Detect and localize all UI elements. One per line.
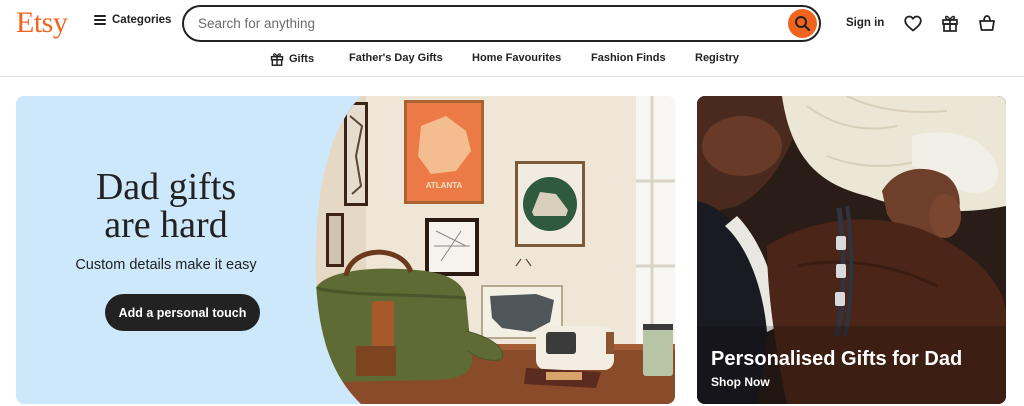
header: Etsy Categories Sign in (0, 0, 1024, 46)
poster-label: ATLANTA (426, 181, 463, 190)
search-button[interactable] (788, 9, 817, 38)
nav-item-label: Gifts (289, 53, 315, 65)
nav-item-label: Registry (695, 52, 740, 64)
search-input[interactable] (198, 7, 778, 40)
shop-now-link[interactable]: Shop Now (711, 375, 770, 389)
nav-item-fashion-finds[interactable]: Fashion Finds (591, 52, 666, 64)
hero-banner[interactable]: ATLANTA Dad gifts are hard Custom detail… (16, 96, 675, 404)
hamburger-menu-icon (94, 15, 106, 25)
gift-icon (270, 53, 284, 66)
etsy-logo[interactable]: Etsy (16, 6, 68, 40)
category-nav: Gifts Father's Day Gifts Home Favourites… (0, 46, 1024, 77)
nav-item-fathers-day-gifts[interactable]: Father's Day Gifts (349, 52, 443, 64)
cart-icon[interactable] (977, 13, 997, 33)
hero-room-image: ATLANTA (315, 96, 675, 404)
search-icon (795, 16, 811, 32)
gift-icon[interactable] (940, 13, 960, 33)
nav-item-gifts[interactable]: Gifts (270, 52, 314, 66)
sign-in-link[interactable]: Sign in (846, 17, 884, 29)
nav-item-label: Fashion Finds (591, 52, 666, 64)
nav-item-label: Home Favourites (472, 52, 562, 64)
side-promo-title: Personalised Gifts for Dad (711, 348, 963, 370)
categories-label: Categories (112, 14, 172, 26)
side-promo-card[interactable]: Personalised Gifts for Dad Shop Now (697, 96, 1006, 404)
hero-title: Dad gifts are hard (95, 166, 237, 246)
search-bar (182, 5, 821, 42)
add-personal-touch-button[interactable]: Add a personal touch (105, 294, 260, 331)
nav-item-home-favourites[interactable]: Home Favourites (472, 52, 561, 64)
nav-item-label: Father's Day Gifts (349, 52, 443, 64)
nav-item-registry[interactable]: Registry (695, 52, 739, 64)
favorites-heart-icon[interactable] (903, 13, 923, 33)
hero-subtitle: Custom details make it easy (75, 257, 257, 273)
categories-button[interactable]: Categories (94, 14, 171, 26)
